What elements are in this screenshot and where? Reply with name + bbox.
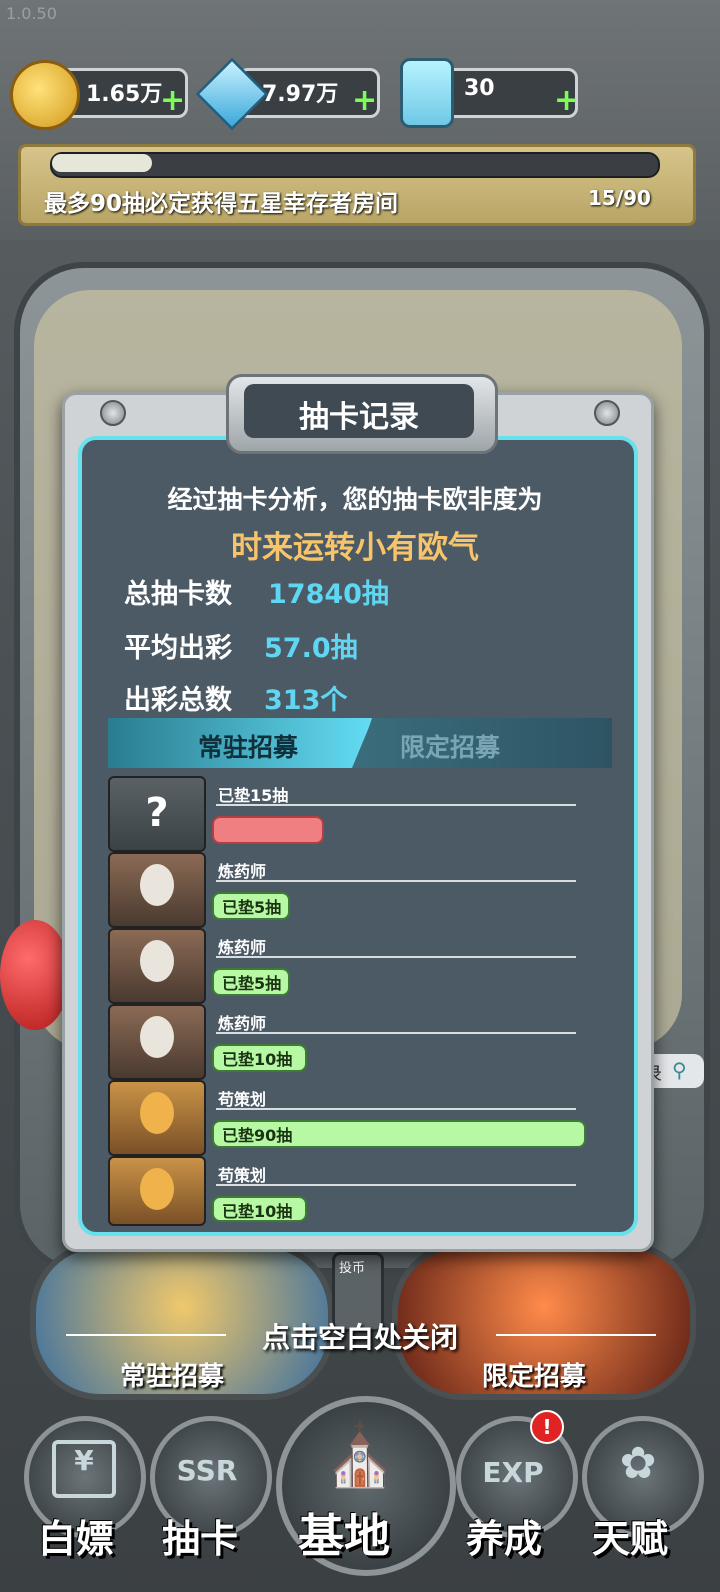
alchemist-avatar <box>108 852 206 928</box>
screw-icon <box>594 400 620 426</box>
stat-average-label: 平均出彩 <box>124 633 232 664</box>
alert-badge-icon: ! <box>530 1410 564 1444</box>
base-icon: ⛪ <box>322 1421 398 1491</box>
add-gold-icon[interactable]: + <box>160 86 185 116</box>
luck-verdict: 时来运转小有欧气 <box>231 530 479 566</box>
record-divider <box>216 1184 576 1186</box>
tab-limited-label: 限定招募 <box>400 733 501 762</box>
record-pity-pill: 已垫5抽 <box>212 892 290 920</box>
machine-knob-icon <box>0 920 70 1030</box>
analysis-text: 经过抽卡分析，您的抽卡欧非度为 <box>167 485 543 514</box>
record-name: 炼药师 <box>218 862 267 881</box>
stat-total-value: 17840抽 <box>268 579 389 610</box>
tab-normal-label: 常驻招募 <box>198 733 299 762</box>
record-pity-pill <box>212 816 324 844</box>
modal-title: 抽卡记录 <box>299 400 419 435</box>
version-label: 1.0.50 <box>6 4 57 23</box>
doge-avatar <box>108 1156 206 1226</box>
nav-gacha-label: 抽卡 <box>162 1517 239 1561</box>
record-pity-pill: 已垫90抽 <box>212 1120 586 1148</box>
stat-total-label: 总抽卡数 <box>124 579 232 610</box>
record-name: 已垫15抽 <box>218 786 289 805</box>
energy-value: 30 <box>464 76 495 101</box>
screw-icon <box>100 400 126 426</box>
doge-avatar <box>108 1080 206 1156</box>
search-icon: ⚲ <box>672 1058 687 1082</box>
nav-freebie-label: 白嫖 <box>38 1517 115 1561</box>
pity-progress-fill <box>52 154 152 172</box>
coin-slot-label: 投币 <box>339 1261 366 1276</box>
record-name: 炼药师 <box>218 938 267 957</box>
alchemist-avatar <box>108 928 206 1004</box>
nav-base-label: 基地 <box>298 1509 390 1563</box>
record-pity-pill: 已垫10抽 <box>212 1044 307 1072</box>
alchemist-avatar <box>108 1004 206 1080</box>
record-name: 苟策划 <box>218 1090 267 1109</box>
stat-count-label: 出彩总数 <box>124 685 232 716</box>
record-divider <box>216 956 576 958</box>
exp-icon: EXP <box>482 1456 544 1489</box>
unknown-survivor-icon: ? <box>108 776 206 852</box>
normal-recruit-label: 常驻招募 <box>120 1362 225 1392</box>
record-divider <box>216 1032 576 1034</box>
record-divider <box>216 1108 576 1110</box>
add-crystal-icon[interactable]: + <box>352 86 377 116</box>
record-pity-pill: 已垫10抽 <box>212 1196 307 1222</box>
battery-icon <box>400 58 454 128</box>
add-energy-icon[interactable]: + <box>554 86 579 116</box>
record-divider <box>216 804 576 806</box>
nav-train-label: 养成 <box>466 1517 543 1561</box>
gold-coin-icon <box>10 60 80 130</box>
ssr-icon: SSR <box>176 1454 238 1487</box>
nav-talent-label: 天赋 <box>592 1517 669 1561</box>
record-name: 炼药师 <box>218 1014 267 1033</box>
record-pity-pill: 已垫5抽 <box>212 968 290 996</box>
stat-count-value: 313个 <box>264 685 348 716</box>
record-divider <box>216 880 576 882</box>
crystal-value: 7.97万 <box>262 82 339 107</box>
close-hint: 点击空白处关闭 <box>261 1321 458 1354</box>
record-name: 苟策划 <box>218 1166 267 1185</box>
gold-value: 1.65万 <box>86 82 163 107</box>
talent-icon: ✿ <box>619 1438 657 1489</box>
pity-count: 15/90 <box>588 186 651 210</box>
limited-recruit-label: 限定招募 <box>482 1362 587 1392</box>
pity-text: 最多90抽必定获得五星幸存者房间 <box>44 191 399 217</box>
ticket-icon: ¥ <box>52 1440 116 1498</box>
stat-average-value: 57.0抽 <box>264 633 358 664</box>
